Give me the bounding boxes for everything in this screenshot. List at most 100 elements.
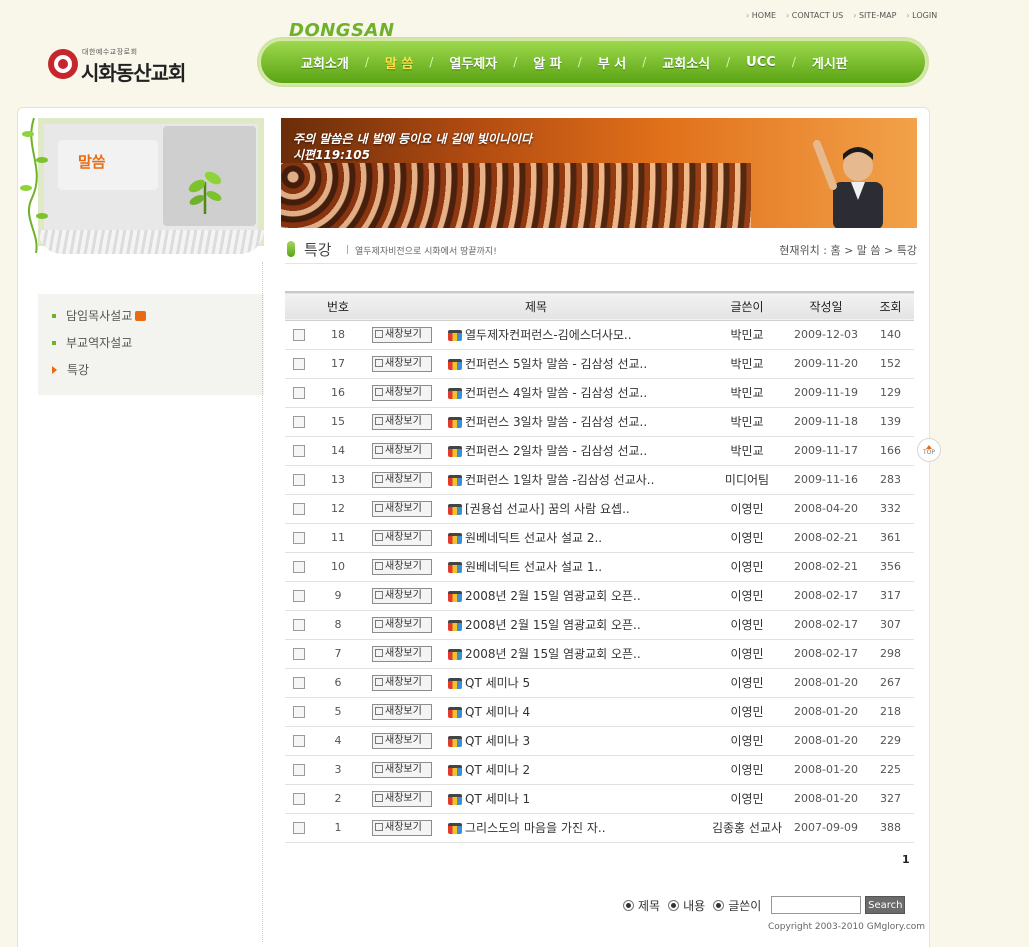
row-subject-link[interactable]: QT 세미나 2 — [465, 763, 530, 777]
open-new-window-button[interactable]: 새창보기 — [372, 471, 432, 488]
search-input[interactable] — [771, 896, 862, 914]
sitemap-link[interactable]: SITE-MAP — [853, 11, 896, 20]
nav-item-7[interactable]: 게시판 — [796, 53, 864, 72]
nav-item-4[interactable]: 부 서 — [582, 53, 642, 72]
nav-item-1[interactable]: 말 씀 — [369, 53, 429, 72]
row-no: 5 — [334, 705, 342, 718]
submenu-item-0[interactable]: 담임목사설교 — [52, 302, 264, 329]
row-checkbox[interactable] — [293, 561, 305, 573]
row-checkbox[interactable] — [293, 735, 305, 747]
row-author: 박민교 — [730, 444, 764, 458]
search-button[interactable]: Search — [865, 896, 906, 914]
row-subject-link[interactable]: 컨퍼런스 2일차 말씀 - 김삼성 선교.. — [465, 444, 647, 458]
open-new-window-button[interactable]: 새창보기 — [372, 384, 432, 401]
open-new-window-button[interactable]: 새창보기 — [372, 761, 432, 778]
row-checkbox-cell — [285, 378, 313, 407]
church-logo[interactable]: 대한예수교장로회 시화동산교회 — [48, 47, 228, 85]
search-option-content[interactable]: 내용 — [668, 897, 705, 914]
row-subject-link[interactable]: 컨퍼런스 1일차 말씀 -김삼성 선교사.. — [465, 473, 654, 487]
row-author: 이영민 — [730, 763, 764, 777]
search-option-author[interactable]: 글쓴이 — [713, 897, 761, 914]
row-subject-link[interactable]: 컨퍼런스 4일차 말씀 - 김삼성 선교.. — [465, 386, 647, 400]
row-checkbox[interactable] — [293, 822, 305, 834]
row-views: 327 — [880, 792, 901, 805]
open-new-window-button[interactable]: 새창보기 — [372, 732, 432, 749]
submenu-item-2[interactable]: 특강 — [52, 356, 264, 383]
open-new-window-button[interactable]: 새창보기 — [372, 645, 432, 662]
row-subject-link[interactable]: 원베네딕트 선교사 설교 1.. — [465, 560, 602, 574]
row-checkbox[interactable] — [293, 329, 305, 341]
nav-item-2[interactable]: 열두제자 — [433, 53, 513, 72]
row-subject-link[interactable]: 원베네딕트 선교사 설교 2.. — [465, 531, 602, 545]
row-checkbox-cell — [285, 639, 313, 668]
row-checkbox[interactable] — [293, 764, 305, 776]
row-date: 2008-02-17 — [794, 618, 858, 631]
scroll-top-button[interactable]: TOP — [917, 438, 941, 462]
open-new-window-button[interactable]: 새창보기 — [372, 413, 432, 430]
row-subject-link[interactable]: QT 세미나 4 — [465, 705, 530, 719]
nav-item-5[interactable]: 교회소식 — [646, 53, 726, 72]
row-checkbox[interactable] — [293, 445, 305, 457]
open-new-window-button[interactable]: 새창보기 — [372, 587, 432, 604]
row-subject-link[interactable]: QT 세미나 3 — [465, 734, 530, 748]
login-link[interactable]: LOGIN — [906, 11, 937, 20]
row-no: 3 — [334, 763, 342, 776]
title-marker-icon — [287, 241, 295, 257]
row-checkbox[interactable] — [293, 706, 305, 718]
open-new-window-button[interactable]: 새창보기 — [372, 529, 432, 546]
open-new-window-button[interactable]: 새창보기 — [372, 442, 432, 459]
row-subject-link[interactable]: 2008년 2월 15일 염광교회 오픈.. — [465, 618, 641, 632]
open-new-window-button[interactable]: 새창보기 — [372, 355, 432, 372]
row-author: 박민교 — [730, 386, 764, 400]
row-subject-link[interactable]: 그리스도의 마음을 가진 자.. — [465, 821, 606, 835]
row-subject-link[interactable]: 컨퍼런스 3일차 말씀 - 김삼성 선교.. — [465, 415, 647, 429]
open-new-window-button[interactable]: 새창보기 — [372, 326, 432, 343]
row-subject-link[interactable]: 열두제자컨퍼런스-김에스더사모.. — [465, 328, 632, 342]
row-newwin-cell: 새창보기 — [363, 610, 441, 639]
row-newwin-cell: 새창보기 — [363, 436, 441, 465]
top-label: TOP — [922, 448, 935, 456]
nav-item-6[interactable]: UCC — [730, 55, 792, 70]
table-row: 13 새창보기 컨퍼런스 1일차 말씀 -김삼성 선교사.. 미디어팀 2009-11-… — [285, 465, 914, 494]
row-subject-link[interactable]: 컨퍼런스 5일차 말씀 - 김삼성 선교.. — [465, 357, 647, 371]
row-checkbox[interactable] — [293, 532, 305, 544]
open-new-window-button[interactable]: 새창보기 — [372, 616, 432, 633]
row-subject-link[interactable]: [권용섭 선교사] 꿈의 사람 요셉.. — [465, 502, 630, 516]
open-new-window-button[interactable]: 새창보기 — [372, 703, 432, 720]
row-subject-link[interactable]: 2008년 2월 15일 염광교회 오픈.. — [465, 647, 641, 661]
row-checkbox[interactable] — [293, 503, 305, 515]
sermon-board-table: 번호 제목 글쓴이 작성일 조회 18 새창보기 열두제자컨퍼런스-김에스더사모..… — [285, 291, 914, 843]
row-views: 332 — [880, 502, 901, 515]
nav-item-3[interactable]: 알 파 — [517, 53, 577, 72]
contact-link[interactable]: CONTACT US — [786, 11, 843, 20]
open-new-window-button[interactable]: 새창보기 — [372, 558, 432, 575]
row-checkbox[interactable] — [293, 474, 305, 486]
grass-decoration — [38, 230, 264, 254]
open-new-window-button[interactable]: 새창보기 — [372, 819, 432, 836]
row-checkbox[interactable] — [293, 793, 305, 805]
open-new-window-button[interactable]: 새창보기 — [372, 500, 432, 517]
row-subject-link[interactable]: 2008년 2월 15일 염광교회 오픈.. — [465, 589, 641, 603]
row-subject-link[interactable]: QT 세미나 5 — [465, 676, 530, 690]
open-new-window-button[interactable]: 새창보기 — [372, 674, 432, 691]
row-author: 이영민 — [730, 676, 764, 690]
row-checkbox[interactable] — [293, 416, 305, 428]
row-no: 4 — [334, 734, 342, 747]
page-number-current[interactable]: 1 — [902, 853, 910, 866]
row-checkbox[interactable] — [293, 619, 305, 631]
row-date: 2008-01-20 — [794, 734, 858, 747]
submenu-item-1[interactable]: 부교역자설교 — [52, 329, 264, 356]
row-checkbox[interactable] — [293, 590, 305, 602]
row-subject-link[interactable]: QT 세미나 1 — [465, 792, 530, 806]
search-option-label: 글쓴이 — [728, 898, 762, 913]
open-new-window-button[interactable]: 새창보기 — [372, 790, 432, 807]
row-checkbox[interactable] — [293, 387, 305, 399]
search-option-subject[interactable]: 제목 — [623, 897, 660, 914]
table-row: 3 새창보기 QT 세미나 2 이영민 2008-01-20 225 — [285, 755, 914, 784]
nav-item-0[interactable]: 교회소개 — [285, 53, 365, 72]
row-checkbox-cell — [285, 494, 313, 523]
row-checkbox[interactable] — [293, 677, 305, 689]
home-link[interactable]: HOME — [746, 11, 776, 20]
row-checkbox[interactable] — [293, 648, 305, 660]
row-checkbox[interactable] — [293, 358, 305, 370]
